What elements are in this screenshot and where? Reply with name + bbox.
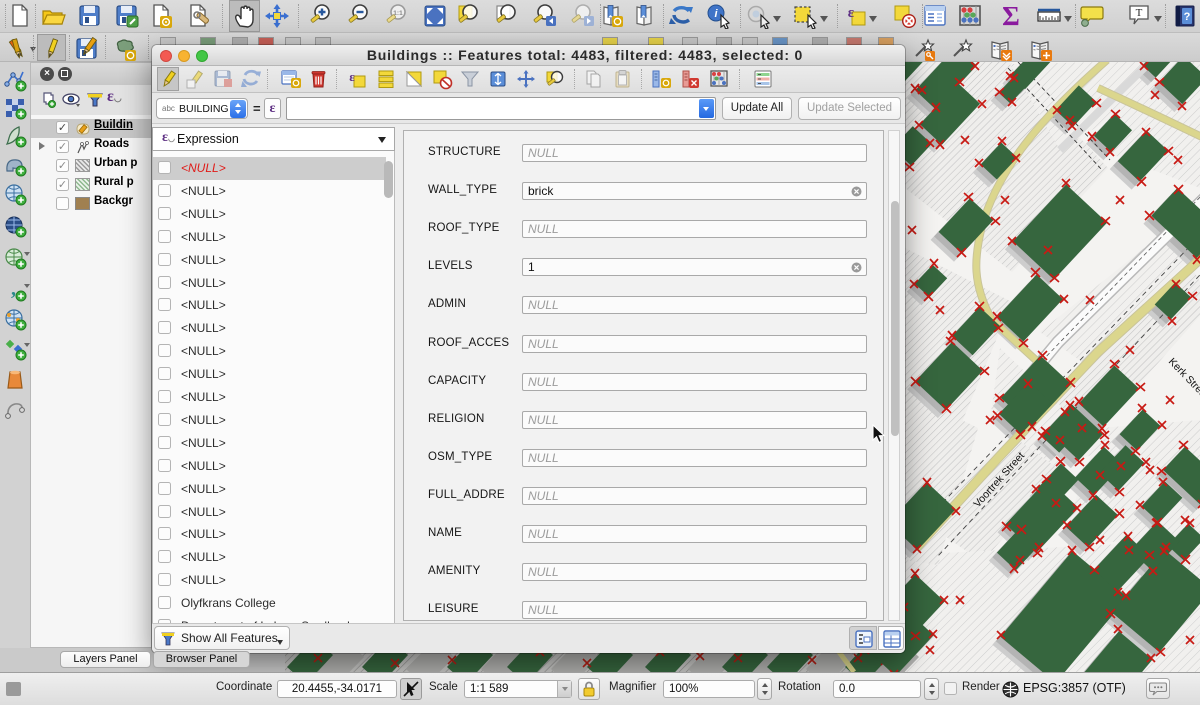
svg-text:,: , [11, 278, 16, 300]
svg-text:?: ? [1184, 11, 1191, 23]
svg-text:T: T [1136, 7, 1143, 19]
svg-text:ε: ε [848, 5, 855, 21]
svg-text:ε: ε [349, 69, 355, 84]
